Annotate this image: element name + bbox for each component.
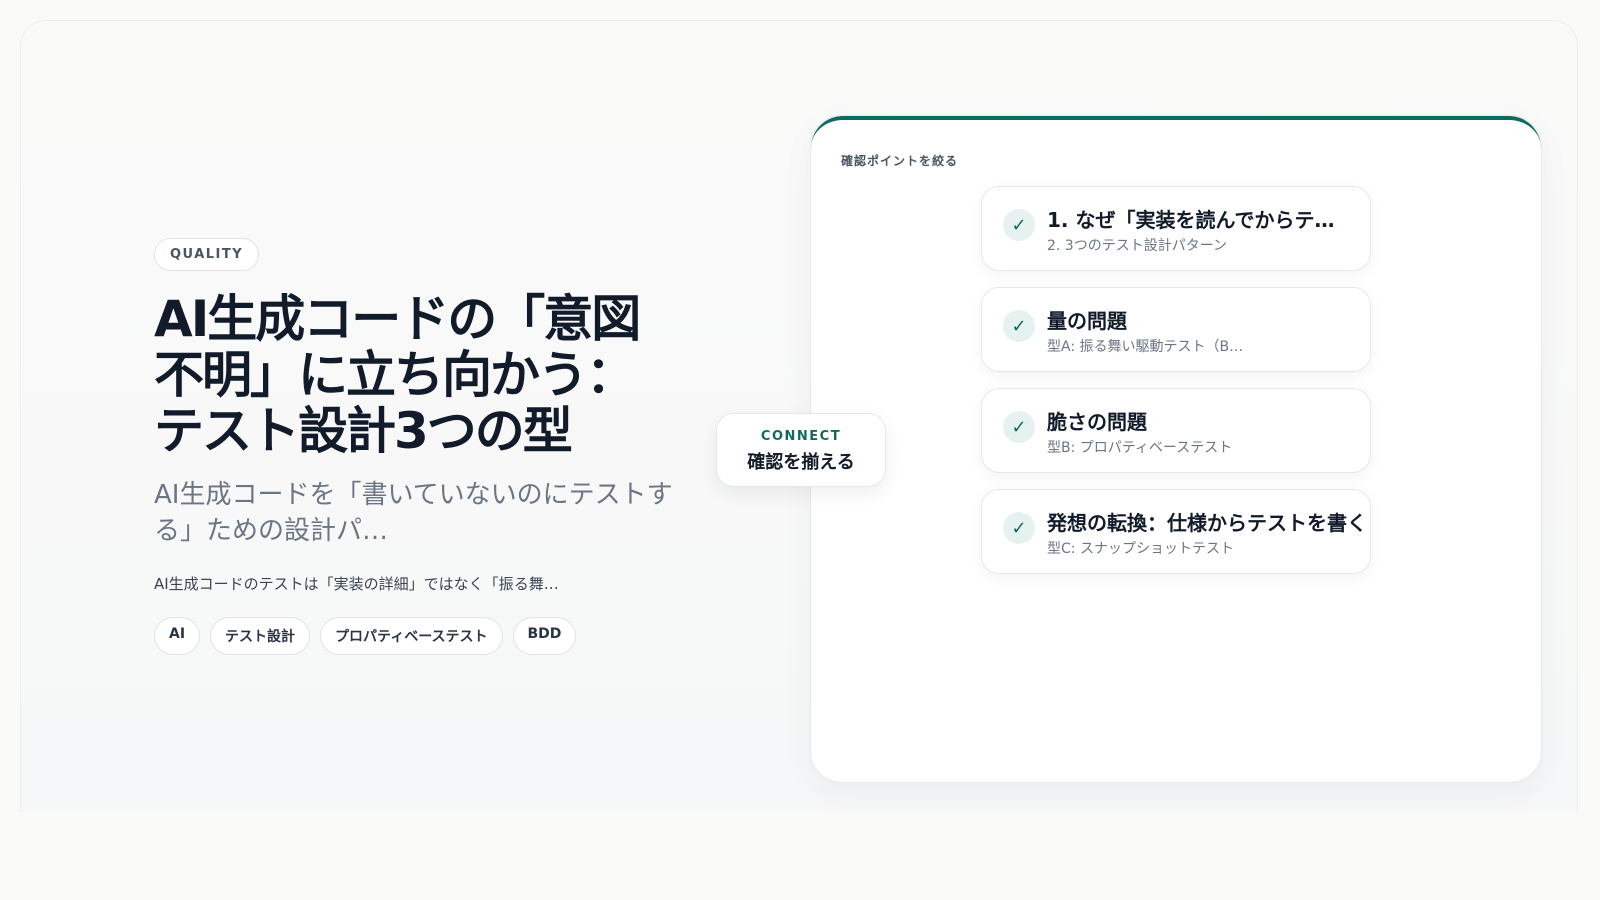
connect-text: 確認を揃える (747, 452, 855, 473)
check-icon: ✓ (1003, 411, 1035, 443)
panel-accent-line (811, 116, 1541, 150)
checkpoint-item[interactable]: ✓ 発想の転換：仕様からテストを書く 型C: スナップショットテスト (981, 489, 1371, 574)
checkpoint-subtitle: 型B: プロパティベーステスト (1047, 440, 1233, 456)
page-title: AI生成コードの「意図不明」に立ち向かう：テスト設計3つの型 (154, 290, 641, 460)
checkpoint-title: 1. なぜ「実装を読んでからテ… (1047, 208, 1335, 232)
category-badge: QUALITY (154, 238, 260, 271)
checkpoint-panel: 確認ポイントを絞る ✓ 1. なぜ「実装を読んでからテ… 2. 3つのテスト設計… (810, 115, 1542, 783)
check-icon: ✓ (1003, 209, 1035, 241)
checkpoint-title: 脆さの問題 (1047, 410, 1147, 434)
checkpoint-item[interactable]: ✓ 1. なぜ「実装を読んでからテ… 2. 3つのテスト設計パターン (981, 186, 1371, 271)
checkpoint-item[interactable]: ✓ 脆さの問題 型B: プロパティベーステスト (981, 388, 1371, 473)
panel-label: 確認ポイントを絞る (841, 154, 959, 168)
tag-test-design[interactable]: テスト設計 (210, 617, 311, 655)
checkpoint-item[interactable]: ✓ 量の問題 型A: 振る舞い駆動テスト（B… (981, 287, 1371, 372)
connect-label: CONNECT (760, 429, 842, 444)
checkpoint-subtitle: 2. 3つのテスト設計パターン (1047, 238, 1228, 254)
page-description: AI生成コードのテストは「実装の詳細」ではなく「振る舞… (154, 575, 559, 593)
tag-property-based-testing[interactable]: プロパティベーステスト (320, 617, 503, 655)
check-icon: ✓ (1003, 310, 1035, 342)
page-subtitle: AI生成コードを「書いていないのにテストする」ための設計パ… (154, 480, 673, 546)
checkpoint-list: ✓ 1. なぜ「実装を読んでからテ… 2. 3つのテスト設計パターン ✓ 量の問… (981, 186, 1371, 590)
tag-ai[interactable]: AI (154, 617, 201, 655)
checkpoint-title: 発想の転換：仕様からテストを書く (1047, 511, 1367, 535)
tag-list: AI テスト設計 プロパティベーステスト BDD (154, 617, 694, 655)
check-icon: ✓ (1003, 512, 1035, 544)
connect-card: CONNECT 確認を揃える (716, 413, 886, 487)
checkpoint-subtitle: 型C: スナップショットテスト (1047, 541, 1234, 557)
tag-bdd[interactable]: BDD (512, 617, 577, 655)
checkpoint-subtitle: 型A: 振る舞い駆動テスト（B… (1047, 339, 1244, 355)
hero-section: QUALITY AI生成コードの「意図不明」に立ち向かう：テスト設計3つの型 A… (154, 238, 694, 655)
checkpoint-title: 量の問題 (1047, 309, 1127, 333)
